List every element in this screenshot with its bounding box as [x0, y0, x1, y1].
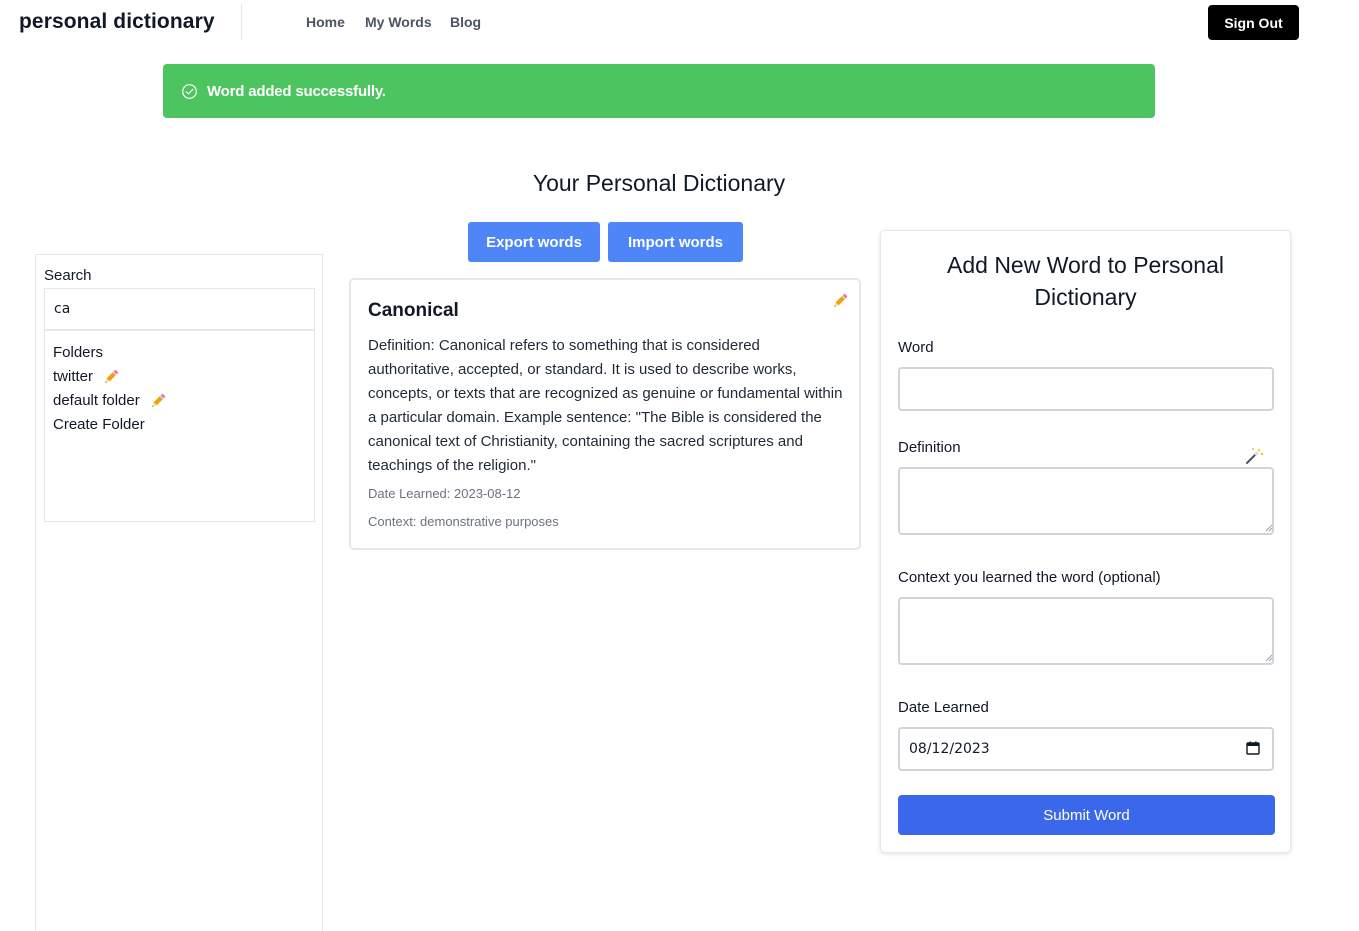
- alert-message: Word added successfully.: [207, 82, 386, 100]
- import-words-button[interactable]: Import words: [608, 222, 743, 262]
- submit-word-button[interactable]: Submit Word: [898, 795, 1275, 835]
- folders-panel: Folders twitter default folder Create Fo…: [44, 330, 315, 522]
- page-title: Your Personal Dictionary: [532, 170, 786, 196]
- pencil-icon[interactable]: [102, 368, 120, 386]
- word-context: Context: demonstrative purposes: [368, 514, 559, 529]
- folder-label[interactable]: twitter: [53, 365, 93, 389]
- search-input[interactable]: [44, 288, 315, 330]
- word-title: Canonical: [368, 300, 459, 321]
- context-label: Context you learned the word (optional): [898, 569, 1161, 586]
- check-circle-icon: [182, 83, 197, 99]
- success-alert: Word added successfully.: [163, 64, 1155, 118]
- sidebar: Search Folders twitter default folder: [35, 254, 323, 931]
- definition-textarea[interactable]: [898, 467, 1274, 535]
- date-label: Date Learned: [898, 699, 989, 716]
- folder-item-twitter[interactable]: twitter: [53, 365, 306, 389]
- definition-label: Definition: [898, 439, 961, 456]
- calendar-icon[interactable]: [1246, 741, 1260, 755]
- folder-item-default-folder[interactable]: default folder: [53, 389, 306, 413]
- add-word-form: Add New Word to Personal Dictionary Word…: [880, 230, 1291, 853]
- nav-link-home[interactable]: Home: [306, 14, 345, 30]
- word-definition: Definition: Canonical refers to somethin…: [368, 337, 843, 474]
- export-words-button[interactable]: Export words: [468, 222, 600, 262]
- create-folder-link[interactable]: Create Folder: [53, 413, 306, 437]
- sign-out-button[interactable]: Sign Out: [1208, 5, 1299, 40]
- context-textarea[interactable]: [898, 597, 1274, 665]
- form-title: Add New Word to Personal Dictionary: [947, 252, 1224, 310]
- pencil-icon[interactable]: [149, 392, 167, 410]
- folders-heading-label: Folders: [53, 344, 104, 361]
- nav-link-my-words[interactable]: My Words: [365, 14, 432, 30]
- create-folder-label[interactable]: Create Folder: [53, 413, 145, 437]
- word-label: Word: [898, 339, 934, 356]
- nav-link-blog[interactable]: Blog: [450, 14, 481, 30]
- resize-grip-icon[interactable]: [1265, 524, 1273, 532]
- date-input[interactable]: 08/12/2023: [898, 727, 1274, 771]
- folders-heading: Folders: [53, 341, 306, 365]
- word-card: Canonical Definition: Canonical refers t…: [349, 278, 861, 550]
- word-date-learned: Date Learned: 2023-08-12: [368, 486, 521, 501]
- brand-logo[interactable]: personal dictionary: [19, 10, 215, 34]
- pencil-icon[interactable]: [831, 292, 849, 310]
- nav-divider: [241, 4, 242, 40]
- resize-grip-icon[interactable]: [1265, 654, 1273, 662]
- word-input[interactable]: [898, 367, 1274, 411]
- magic-wand-icon[interactable]: [1244, 446, 1264, 466]
- date-value[interactable]: 08/12/2023: [909, 741, 990, 757]
- folder-label[interactable]: default folder: [53, 389, 140, 413]
- search-label: Search: [44, 267, 92, 284]
